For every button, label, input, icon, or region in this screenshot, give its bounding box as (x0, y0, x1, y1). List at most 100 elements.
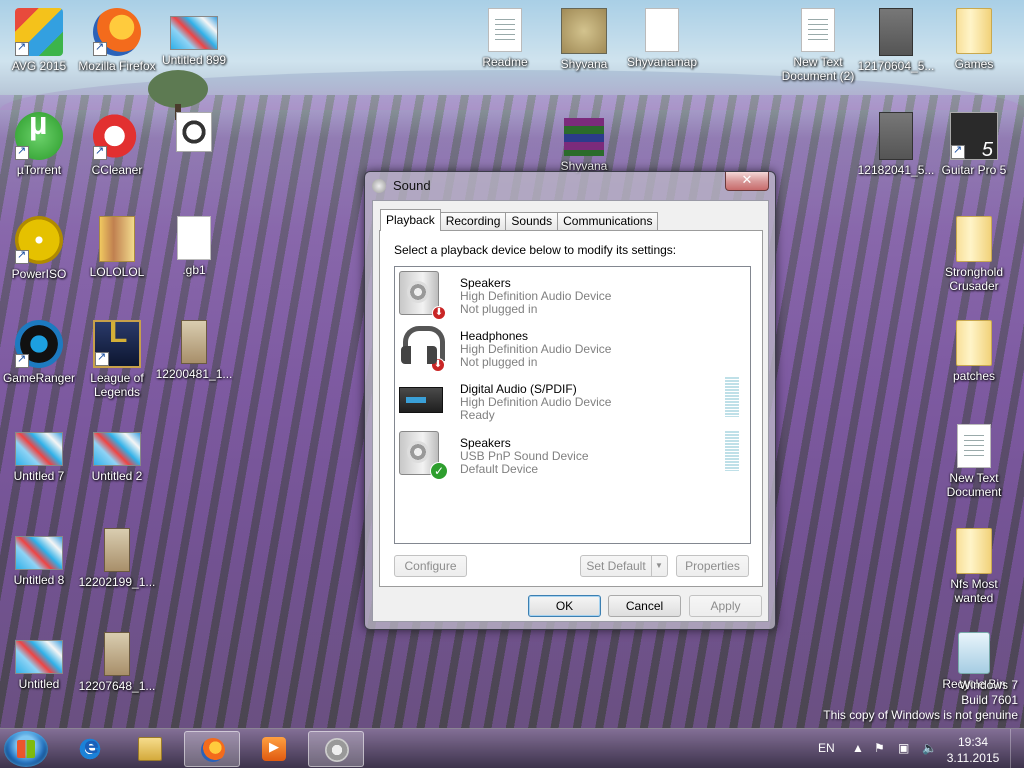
blank-file-icon (645, 8, 679, 52)
close-button[interactable]: ✕ (725, 172, 769, 191)
taskbar-item-firefox[interactable] (184, 731, 240, 767)
desktop-icon[interactable]: Readme (466, 8, 544, 69)
show-desktop-button[interactable] (1010, 729, 1024, 768)
device-status: Default Device (460, 462, 539, 476)
desktop-icon[interactable]: Stronghold Crusader (935, 216, 1013, 293)
tab-sounds[interactable]: Sounds (505, 212, 559, 231)
image-icon (93, 432, 141, 466)
photo-icon (104, 632, 130, 676)
desktop-icon[interactable]: µTorrent (0, 112, 78, 177)
folder-icon (956, 8, 992, 54)
desktop-icon[interactable]: Shyvana (545, 112, 623, 173)
folder-icon (956, 216, 992, 262)
desktop-icon[interactable]: PowerISO (0, 216, 78, 281)
image-icon (15, 640, 63, 674)
tab-playback[interactable]: Playback (380, 209, 441, 231)
desktop-icon[interactable]: New Text Document (2) (779, 8, 857, 83)
chevron-down-icon[interactable] (651, 556, 667, 576)
image-icon (15, 536, 63, 570)
desktop-icon[interactable]: League of Legends (78, 320, 156, 399)
watermark-os: Windows 7 (959, 678, 1018, 692)
shortcut-arrow-icon (95, 350, 109, 366)
desktop-icon-label: 12207648_1... (78, 679, 156, 693)
map-image-icon (561, 8, 607, 54)
desktop-icon[interactable]: Shyvana (545, 8, 623, 71)
headphones-icon: ⬇ (399, 324, 445, 372)
device-item[interactable]: Digital Audio (S/PDIF) High Definition A… (395, 373, 750, 426)
desktop-icon[interactable]: 12170604_5... (857, 8, 935, 73)
tab-communications[interactable]: Communications (557, 212, 659, 231)
cancel-button[interactable]: Cancel (608, 595, 681, 617)
action-center-flag-icon[interactable]: ⚑ (874, 741, 885, 755)
utorrent-icon (15, 112, 63, 160)
desktop-icon[interactable]: 12207648_1... (78, 632, 156, 693)
desktop-icon-label: 12200481_1... (155, 367, 233, 381)
desktop-icon[interactable]: .gb1 (155, 216, 233, 277)
desktop-icon[interactable]: Untitled 2 (78, 424, 156, 483)
level-meter (725, 431, 739, 471)
device-item[interactable]: ⬇ Headphones High Definition Audio Devic… (395, 320, 750, 373)
set-default-button[interactable]: Set Default (580, 555, 668, 577)
device-item[interactable]: ⬇ Speakers High Definition Audio Device … (395, 267, 750, 320)
folder-icon (956, 320, 992, 366)
speaker-icon (325, 738, 349, 762)
desktop-icon[interactable]: Guitar Pro 5 (935, 112, 1013, 177)
clock[interactable]: 19:34 3.11.2015 (938, 734, 1008, 766)
device-name: Headphones (460, 329, 529, 343)
league-of-legends-icon (93, 320, 141, 368)
desktop-icon-label: Untitled 2 (91, 469, 143, 483)
device-list: ⬇ Speakers High Definition Audio Device … (394, 266, 751, 544)
ok-button[interactable]: OK (528, 595, 601, 617)
desktop-icon[interactable]: Untitled 8 (0, 528, 78, 587)
desktop-icon[interactable]: 12202199_1... (78, 528, 156, 589)
configure-button[interactable]: Configure (394, 555, 467, 577)
desktop-icon[interactable]: Mozilla Firefox (78, 8, 156, 73)
desktop-icon[interactable]: Untitled (0, 632, 78, 691)
gameranger-icon (15, 320, 63, 368)
taskbar-item-sound[interactable] (308, 731, 364, 767)
properties-button[interactable]: Properties (676, 555, 749, 577)
desktop-icon[interactable]: 12200481_1... (155, 320, 233, 381)
taskbar-item-windows-explorer[interactable] (122, 731, 178, 767)
desktop-icon[interactable]: 12182041_5... (857, 112, 935, 177)
desktop-icon-label: LOLOLOL (89, 265, 145, 279)
desktop-icon[interactable]: New Text Document (935, 424, 1013, 499)
watermark-build: Build 7601 (961, 693, 1018, 707)
level-meter (725, 377, 739, 417)
start-button[interactable] (4, 731, 48, 767)
desktop-icon-label: Mozilla Firefox (78, 59, 156, 73)
desktop-icon[interactable] (155, 112, 233, 155)
desktop-icon[interactable]: Nfs Most wanted (935, 528, 1013, 605)
apply-button[interactable]: Apply (689, 595, 762, 617)
desktop-icon[interactable]: LOLOLOL (78, 216, 156, 279)
desktop-icon-label: patches (952, 369, 996, 383)
network-icon[interactable]: ▣ (898, 741, 909, 755)
shortcut-arrow-icon (15, 352, 29, 368)
shortcut-arrow-icon (93, 40, 107, 56)
firefox-icon (93, 8, 141, 56)
ccleaner-icon (93, 112, 141, 160)
desktop-icon[interactable]: Untitled 899 (155, 8, 233, 67)
dialog-titlebar[interactable]: Sound ✕ (365, 172, 775, 200)
language-indicator[interactable]: EN (818, 741, 835, 755)
desktop-icon-label: Untitled 8 (13, 573, 65, 587)
desktop-icon[interactable]: Shyvanamap (623, 8, 701, 69)
show-hidden-icons-icon[interactable]: ▲ (852, 741, 864, 755)
device-item[interactable]: ✓ Speakers USB PnP Sound Device Default … (395, 427, 750, 480)
desktop-icon[interactable]: Games (935, 8, 1013, 71)
desktop-icon[interactable]: Untitled 7 (0, 424, 78, 483)
desktop-icon[interactable]: CCleaner (78, 112, 156, 177)
desktop-icon[interactable]: GameRanger (0, 320, 78, 385)
desktop-icon[interactable]: patches (935, 320, 1013, 383)
desktop-icon-label: New Text Document (2) (781, 55, 855, 83)
dialog-client-area: Playback Recording Sounds Communications… (372, 200, 769, 622)
speaker-icon: ⬇ (399, 271, 446, 320)
desktop-icon-label: AVG 2015 (11, 59, 67, 73)
desktop-icon[interactable]: AVG 2015 (0, 8, 78, 73)
tab-strip: Playback Recording Sounds Communications (380, 209, 659, 231)
tab-recording[interactable]: Recording (439, 212, 507, 231)
taskbar-item-media-player[interactable] (246, 731, 302, 767)
volume-icon[interactable]: 🔈 (922, 741, 937, 755)
taskbar-item-internet-explorer[interactable] (62, 731, 118, 767)
shortcut-arrow-icon (951, 143, 965, 159)
